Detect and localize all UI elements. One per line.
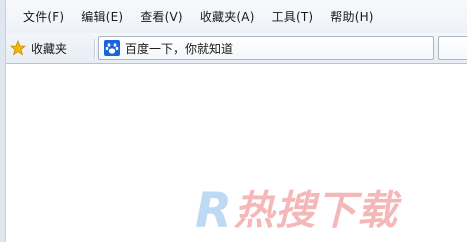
watermark: R 热搜下载 [195, 181, 398, 241]
menu-file[interactable]: 文件(F) [23, 8, 64, 25]
menu-edit[interactable]: 编辑(E) [81, 8, 123, 25]
watermark-text: 热搜下载 [233, 188, 398, 234]
baidu-paw-icon [104, 40, 120, 56]
favorites-button[interactable]: 收藏夹 [9, 37, 71, 59]
star-icon [9, 39, 27, 56]
menu-tools[interactable]: 工具(T) [272, 8, 314, 25]
menu-favorites[interactable]: 收藏夹(A) [200, 8, 255, 25]
tab-new[interactable] [438, 36, 467, 60]
menu-bar: 文件(F) 编辑(E) 查看(V) 收藏夹(A) 工具(T) 帮助(H) [6, 0, 467, 33]
menu-help[interactable]: 帮助(H) [330, 8, 373, 25]
menu-view[interactable]: 查看(V) [140, 8, 183, 25]
watermark-letter: R [195, 183, 232, 239]
browser-window: 文件(F) 编辑(E) 查看(V) 收藏夹(A) 工具(T) 帮助(H) 收藏夹 [0, 0, 467, 242]
tab-title: 百度一下，你就知道 [125, 41, 234, 56]
favorites-label: 收藏夹 [31, 41, 68, 56]
toolbar-separator [94, 39, 96, 58]
favorites-bar: 收藏夹 百度一下，你就知道 [6, 33, 467, 64]
tab-baidu[interactable]: 百度一下，你就知道 [98, 36, 434, 60]
